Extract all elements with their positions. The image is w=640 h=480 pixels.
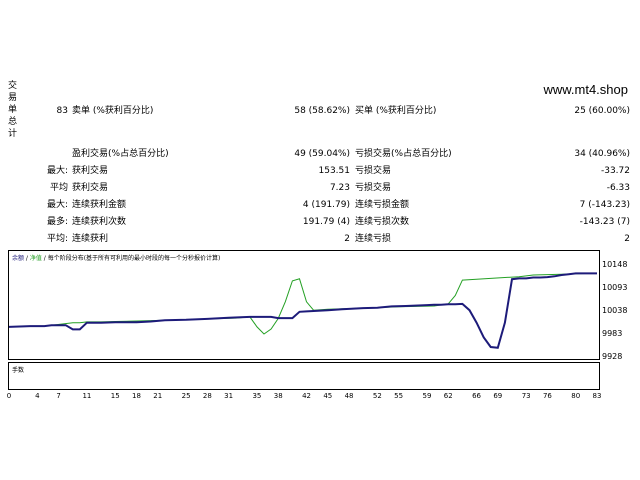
x-tick-label: 0 [6,392,12,400]
y-tick-label: 9928 [602,352,623,361]
x-tick-label: 69 [493,392,503,400]
y-tick-label: 10038 [602,306,628,315]
x-tick-label: 35 [252,392,262,400]
volume-label: 手数 [12,367,25,374]
x-tick-label: 31 [224,392,234,400]
avg-prefix: 平均: [46,234,68,244]
balance-line [8,272,597,349]
x-tick-label: 66 [472,392,482,400]
x-tick-label: 18 [132,392,141,400]
x-tick-label: 83 [592,392,602,400]
x-tick-label: 21 [153,392,163,400]
x-tick-label: 42 [302,392,311,400]
x-tick-label: 7 [56,392,61,400]
x-tick-label: 48 [344,392,354,400]
x-tick-label: 80 [571,392,581,400]
x-tick-label: 11 [82,392,92,400]
x-tick-label: 25 [181,392,191,400]
y-tick-label: 9983 [602,329,623,338]
x-tick-label: 38 [273,392,283,400]
x-tick-label: 52 [372,392,382,400]
y-tick-label: 10148 [602,260,628,269]
x-tick-label: 76 [542,392,552,400]
x-tick-label: 4 [35,392,40,400]
avg-consec-win-label: 连续获利 [72,234,109,244]
x-tick-label: 28 [202,392,212,400]
x-tick-label: 62 [443,392,453,400]
x-tick-label: 15 [110,392,120,400]
x-tick-label: 45 [323,392,333,400]
volume-chart-frame [8,362,600,390]
x-tick-label: 73 [521,392,531,400]
avg-consec-loss-label: 连续亏损 [355,234,392,244]
x-tick-label: 55 [394,392,404,400]
avg-consec-loss-value: 2 [624,234,630,244]
y-tick-label: 10093 [602,283,628,292]
avg-consec-win-value: 2 [344,234,350,244]
x-tick-label: 59 [422,392,432,400]
